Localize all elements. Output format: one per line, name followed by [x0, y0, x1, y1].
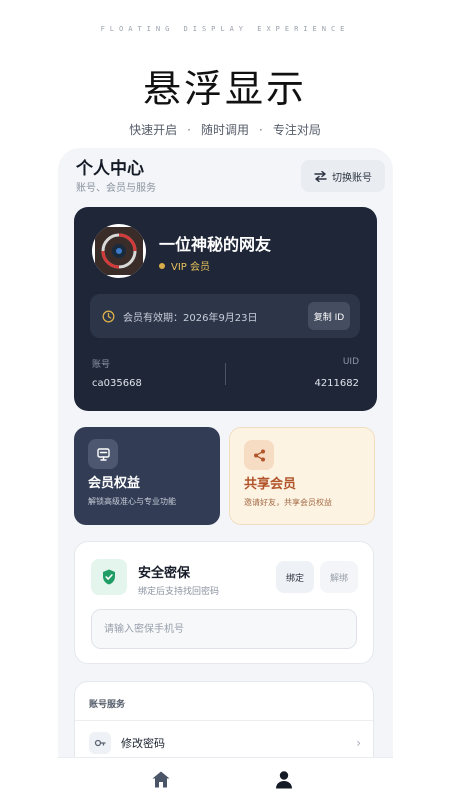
- feature-item: 随时调用: [200, 123, 249, 137]
- shield-icon-box: [91, 559, 127, 595]
- key-icon: [94, 739, 106, 747]
- expiry-label: 会员有效期：2026年9月23日: [123, 312, 258, 324]
- separator-dot: ·: [187, 123, 191, 137]
- tile-title: 会员权益: [88, 476, 141, 491]
- tile-title: 共享会员: [244, 477, 297, 492]
- unbind-button[interactable]: 解绑: [320, 561, 358, 593]
- security-card: 安全密保 绑定后支持找回密码 绑定 解绑: [74, 541, 374, 664]
- divider: [225, 363, 226, 385]
- hero-title: 悬浮显示: [142, 67, 307, 111]
- divider: [75, 720, 373, 721]
- switch-account-label: 切换账号: [332, 172, 372, 184]
- copy-id-button[interactable]: 复制 ID: [308, 302, 350, 330]
- avatar-target-icon: [95, 227, 143, 275]
- security-title: 安全密保: [138, 566, 191, 581]
- key-icon-box: [89, 732, 111, 754]
- security-phone-input[interactable]: [91, 609, 357, 649]
- tile-desc: 解锁高级准心与专业功能: [88, 497, 176, 506]
- chevron-right-icon: ›: [356, 736, 361, 750]
- vip-badge-label: VIP 会员: [171, 262, 210, 273]
- service-item-label: 修改密码: [121, 737, 165, 750]
- shield-icon: [103, 569, 115, 585]
- page-subtitle: 账号、会员与服务: [76, 183, 156, 194]
- uid-value: 4211682: [314, 378, 359, 389]
- user-icon: [276, 770, 292, 788]
- vip-badge: VIP 会员: [159, 258, 210, 273]
- account-value: ca035668: [92, 378, 142, 389]
- page-title: 个人中心: [76, 159, 144, 179]
- share-icon-box: [244, 440, 274, 470]
- home-icon: [152, 771, 170, 787]
- tab-profile[interactable]: [269, 766, 299, 792]
- swap-icon: [314, 170, 327, 182]
- account-label: 账号: [92, 360, 111, 370]
- security-desc: 绑定后支持找回密码: [138, 587, 220, 597]
- membership-expiry: 会员有效期：2026年9月23日 复制 ID: [90, 294, 360, 338]
- vip-dot-icon: [159, 262, 165, 269]
- tile-desc: 邀请好友，共享会员权益: [244, 498, 332, 507]
- bind-button[interactable]: 绑定: [276, 561, 314, 593]
- tagline: FLOATING DISPLAY EXPERIENCE: [100, 25, 350, 33]
- tab-home[interactable]: [146, 766, 176, 792]
- feature-list: 快速开启 · 随时调用 · 专注对局: [0, 121, 450, 138]
- user-card: 一位神秘的网友 VIP 会员 会员有效期：2026年9月23日 复制 ID 账号…: [74, 207, 377, 411]
- phone-screen: 个人中心 账号、会员与服务 切换账号 一位神秘的网友 VIP 会员 会员有效期：…: [58, 148, 393, 800]
- user-nickname: 一位神秘的网友: [159, 235, 272, 254]
- member-benefits-tile[interactable]: 会员权益 解锁高级准心与专业功能: [74, 427, 220, 525]
- share-icon: [253, 449, 265, 461]
- avatar[interactable]: [92, 224, 146, 278]
- switch-account-button[interactable]: 切换账号: [301, 160, 385, 192]
- feature-item: 专注对局: [272, 123, 321, 137]
- service-item-change-password[interactable]: 修改密码 ›: [89, 728, 361, 758]
- bottom-tab-bar: [58, 757, 393, 800]
- uid-label: UID: [342, 357, 359, 367]
- feature-item: 快速开启: [129, 123, 178, 137]
- monitor-icon: [96, 447, 110, 461]
- services-title: 账号服务: [89, 700, 126, 710]
- history-icon: [102, 310, 115, 322]
- monitor-icon-box: [88, 439, 118, 469]
- separator-dot: ·: [259, 123, 263, 137]
- share-membership-tile[interactable]: 共享会员 邀请好友，共享会员权益: [229, 427, 375, 525]
